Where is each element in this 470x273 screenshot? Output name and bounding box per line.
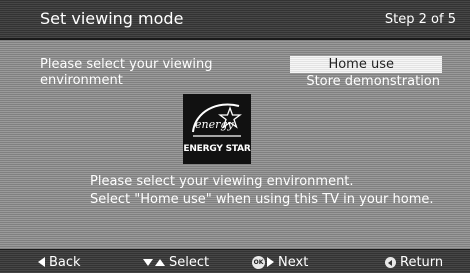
- energy-star-logo: energy ENERGY STAR: [183, 94, 251, 164]
- next-hint[interactable]: OK Next: [252, 253, 308, 271]
- footer-bar: Back Select OK Next Return: [0, 249, 470, 273]
- step-indicator: Step 2 of 5: [384, 12, 456, 27]
- description-line-2: Select "Home use" when using this TV in …: [90, 192, 434, 207]
- option-store-demonstration[interactable]: Store demonstration: [290, 74, 440, 89]
- next-label: Next: [278, 254, 309, 270]
- return-hint[interactable]: Return: [385, 253, 443, 271]
- back-hint[interactable]: Back: [38, 253, 81, 271]
- description: Please select your viewing environment. …: [90, 173, 460, 209]
- back-label: Back: [49, 254, 81, 270]
- select-hint[interactable]: Select: [143, 253, 209, 271]
- logo-script-text: energy: [195, 118, 234, 131]
- header-bar: Set viewing mode Step 2 of 5: [0, 0, 470, 40]
- prompt-text: Please select your viewing environment: [40, 57, 213, 88]
- right-triangle-icon: [267, 257, 274, 267]
- select-label: Select: [169, 254, 210, 270]
- return-icon: [385, 256, 396, 268]
- option-home-use[interactable]: Home use: [290, 56, 442, 73]
- description-line-1: Please select your viewing environment.: [90, 174, 354, 189]
- up-down-triangles-icon: [143, 259, 165, 266]
- ok-button-icon: OK: [252, 255, 265, 269]
- page-title: Set viewing mode: [40, 9, 184, 28]
- energy-star-icon: energy: [192, 103, 242, 137]
- return-label: Return: [400, 254, 444, 270]
- left-triangle-icon: [38, 257, 45, 267]
- logo-label: ENERGY STAR: [183, 144, 251, 154]
